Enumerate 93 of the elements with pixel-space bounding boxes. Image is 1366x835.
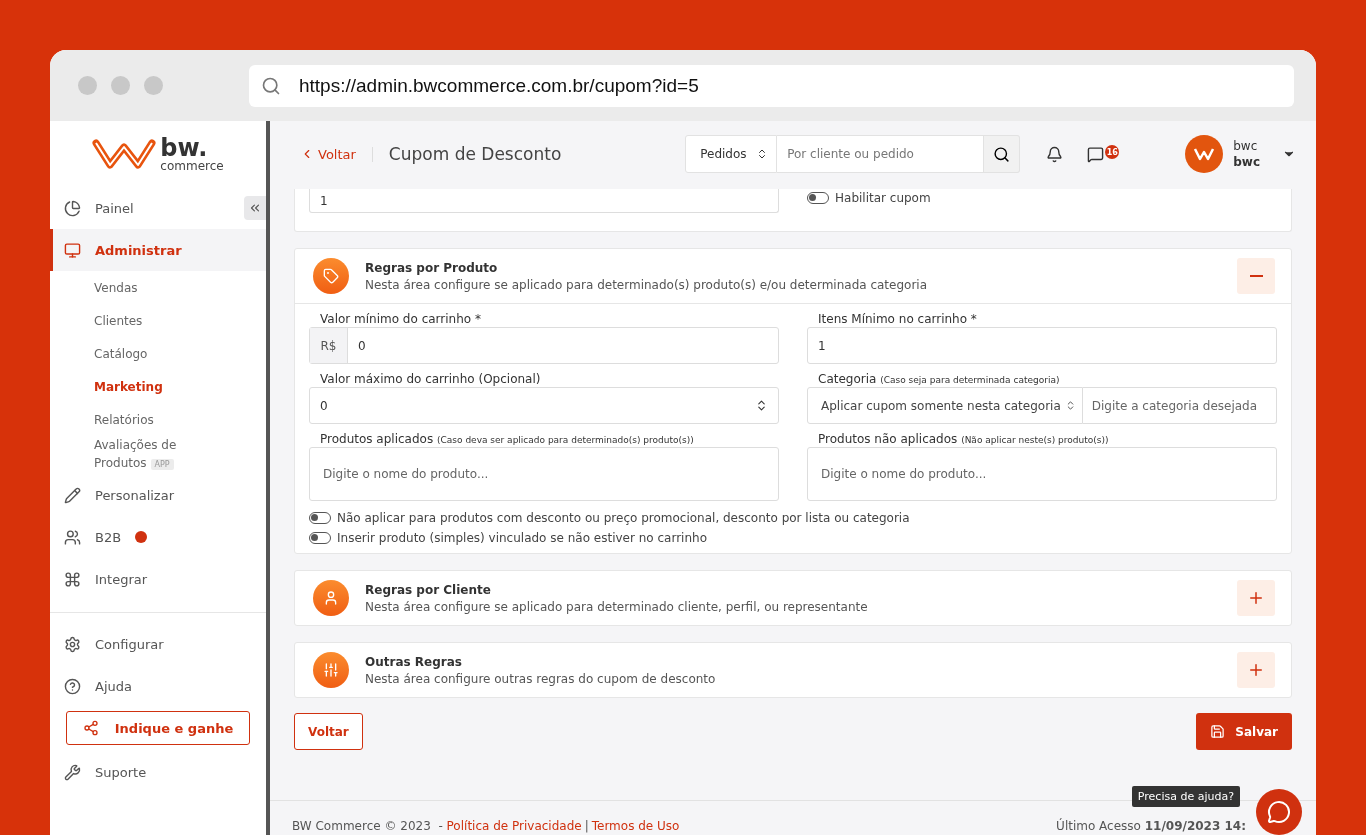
help-tooltip: Precisa de ajuda? xyxy=(1131,786,1240,807)
category-field[interactable]: Digite a categoria desejada xyxy=(1082,387,1277,424)
expand-button[interactable] xyxy=(1237,580,1275,616)
logo-icon xyxy=(1193,147,1216,161)
tag-icon xyxy=(323,268,339,284)
logo-icon xyxy=(92,137,157,171)
section-description: Nesta área configure se aplicado para determinado cliente, perfil, ou representante xyxy=(365,599,869,614)
section-title: Outras Regras xyxy=(365,654,463,669)
user-name: bwc xyxy=(1233,138,1259,154)
section-description: Nesta área configure se aplicado para determinado(s) produto(s) e/ou determinada categoria xyxy=(365,277,929,292)
toggle-label: Inserir produto (simples) vinculado se não estiver no carrinho xyxy=(337,531,707,545)
sliders-icon xyxy=(323,662,339,678)
share-icon xyxy=(82,720,99,736)
toggle-label: Habilitar cupom xyxy=(835,191,931,205)
input-field[interactable]: 1 xyxy=(309,189,779,213)
search-icon xyxy=(261,75,281,96)
submenu-item[interactable]: Vendas xyxy=(50,271,266,304)
toggle-switch[interactable] xyxy=(807,192,829,204)
logo-name: bw. xyxy=(160,136,209,160)
separator-text: | xyxy=(584,818,589,833)
submenu-item[interactable]: Catálogo xyxy=(50,337,266,370)
field-label: Itens Mínimo no carrinho * xyxy=(817,312,978,326)
back-button[interactable]: Voltar xyxy=(294,713,363,750)
input-field[interactable]: R$ 0 xyxy=(309,327,779,364)
command-icon xyxy=(64,570,81,588)
user-icon xyxy=(323,590,339,606)
bell-icon[interactable] xyxy=(1046,145,1064,163)
back-link[interactable]: Voltar xyxy=(300,146,373,162)
field-label: Valor mínimo do carrinho * xyxy=(319,312,482,326)
window-dot[interactable] xyxy=(78,76,97,95)
terms-link[interactable]: Termos de Uso xyxy=(591,818,680,833)
help-icon xyxy=(64,677,81,695)
chevrons-left-icon xyxy=(248,201,262,215)
field-label: Produtos aplicados (Caso deva ser aplicado para determinado(s) produto(s)) xyxy=(319,432,695,446)
sidebar-item[interactable]: Integrar xyxy=(50,558,266,600)
section-title: Regras por Cliente xyxy=(365,582,492,597)
privacy-link[interactable]: Política de Privacidade xyxy=(446,818,582,833)
users-icon xyxy=(64,528,81,546)
wrench-icon xyxy=(64,763,81,781)
product-field[interactable]: Digite o nome do produto... xyxy=(807,447,1277,501)
toggle-switch[interactable] xyxy=(309,512,331,524)
pencil-icon xyxy=(64,486,81,504)
submenu-item[interactable]: Marketing xyxy=(50,370,266,403)
logo-tagline: commerce xyxy=(160,160,224,172)
collapse-button[interactable] xyxy=(244,196,266,220)
monitor-icon xyxy=(64,241,81,259)
avatar[interactable] xyxy=(1185,135,1224,173)
field-label: Valor máximo do carrinho (Opcional) xyxy=(319,372,542,386)
toggle-switch[interactable] xyxy=(309,532,331,544)
field-label: Produtos não aplicados (Não aplicar neste(s) produto(s)) xyxy=(817,432,1110,446)
submenu-item[interactable]: Relatórios xyxy=(50,403,266,436)
minus-icon xyxy=(1249,275,1263,277)
number-field[interactable]: 0 xyxy=(309,387,779,424)
expand-button[interactable] xyxy=(1237,652,1275,688)
section-description: Nesta área configure outras regras do cupom de desconto xyxy=(365,671,717,686)
address-bar[interactable]: https://admin.bwcommerce.com.br/cupom?id=5 xyxy=(249,64,1294,107)
search-button[interactable] xyxy=(984,135,1021,173)
search-icon xyxy=(993,145,1011,163)
spinner-icon[interactable] xyxy=(755,399,768,412)
scope-select[interactable]: Pedidos xyxy=(685,135,778,173)
save-icon xyxy=(1210,724,1226,739)
plus-icon xyxy=(1247,661,1265,679)
sidebar-item[interactable]: Painel xyxy=(50,187,244,229)
user-account: bwc xyxy=(1233,154,1260,170)
save-button[interactable]: Salvar xyxy=(1196,713,1292,750)
plus-icon xyxy=(1247,589,1265,607)
sidebar-item[interactable]: Personalizar xyxy=(50,474,266,516)
invite-button[interactable]: Indique e ganhe xyxy=(66,711,250,745)
submenu-item[interactable]: Clientes xyxy=(50,304,266,337)
sidebar-item[interactable]: Administrar xyxy=(50,229,266,271)
toggle-label: Não aplicar para produtos com desconto ou preço promocional, desconto por lista ou categoria xyxy=(337,511,910,525)
chat-icon xyxy=(1267,800,1291,824)
submenu-item[interactable]: Avaliações de Produtos APP xyxy=(50,436,266,474)
message-icon[interactable] xyxy=(1087,145,1105,163)
copyright-text: BW Commerce © 2023 - xyxy=(292,818,444,833)
message-count: 16 xyxy=(1105,145,1120,159)
sidebar-item[interactable]: Ajuda xyxy=(50,665,266,707)
sidebar-item[interactable]: Suporte xyxy=(50,751,266,793)
section-title: Regras por Produto xyxy=(365,260,499,275)
window-dot[interactable] xyxy=(111,76,130,95)
settings-icon xyxy=(64,635,81,653)
chat-button[interactable] xyxy=(1256,789,1302,835)
last-access-text: Último Acesso 11/09/2023 14: xyxy=(1056,818,1246,833)
window-dot[interactable] xyxy=(144,76,163,95)
input-field[interactable]: 1 xyxy=(807,327,1277,364)
sidebar-item[interactable]: Configurar xyxy=(50,623,266,665)
product-field[interactable]: Digite o nome do produto... xyxy=(309,447,779,501)
sidebar-item[interactable]: B2B xyxy=(50,516,266,558)
pie-chart-icon xyxy=(64,199,81,217)
page-title: Cupom de Desconto xyxy=(388,144,562,164)
field-label: Categoria (Caso seja para determinada categoria) xyxy=(817,372,1061,386)
category-select[interactable]: Aplicar cupom somente nesta categoria xyxy=(807,387,1083,424)
search-field[interactable]: Por cliente ou pedido xyxy=(777,135,985,173)
